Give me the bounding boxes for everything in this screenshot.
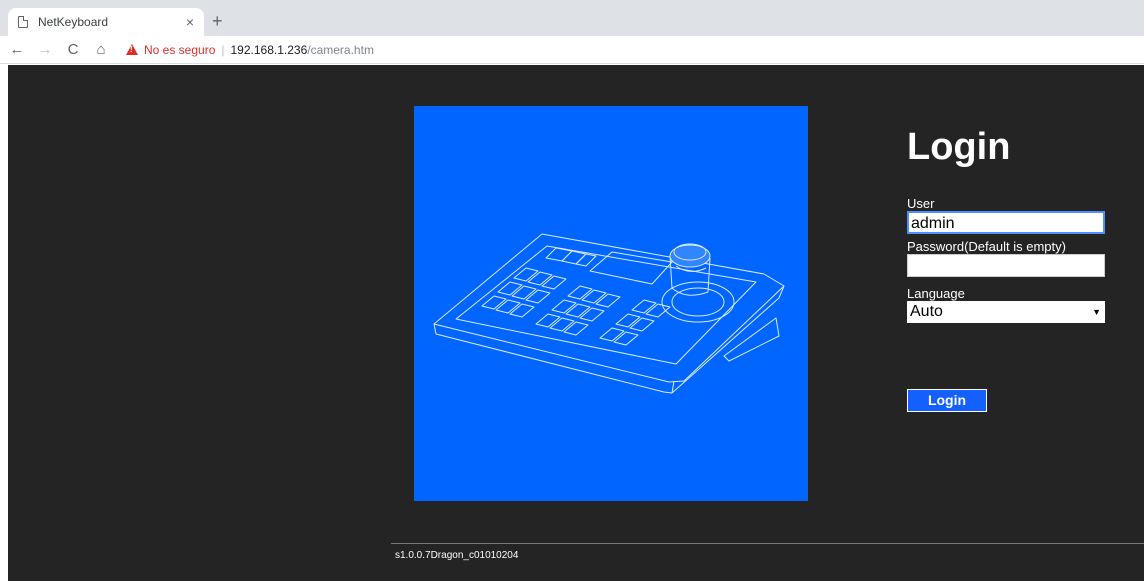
login-title: Login <box>907 126 1011 168</box>
url-path[interactable]: /camera.htm <box>307 43 374 57</box>
warning-icon[interactable] <box>126 44 138 55</box>
keyboard-illustration <box>414 106 808 501</box>
reload-icon[interactable]: C <box>62 41 84 58</box>
language-label: Language <box>907 286 965 301</box>
footer-divider <box>391 543 1144 544</box>
user-input[interactable]: admin <box>907 211 1105 234</box>
home-icon[interactable]: ⌂ <box>90 41 112 58</box>
forward-arrow-icon[interactable]: → <box>34 41 56 58</box>
page-content: Login User admin Password(Default is emp… <box>8 65 1144 581</box>
plus-icon[interactable]: + <box>212 12 223 30</box>
omnibox-separator: | <box>221 42 225 57</box>
url-host[interactable]: 192.168.1.236 <box>231 43 308 57</box>
version-text: s1.0.0.7Dragon_c01010204 <box>395 550 519 561</box>
address-bar[interactable]: No es seguro | 192.168.1.236 /camera.htm <box>126 43 374 57</box>
back-arrow-icon[interactable]: ← <box>6 41 28 58</box>
language-select[interactable]: Auto ▼ <box>907 301 1105 323</box>
page-icon <box>18 16 28 28</box>
tab-title: NetKeyboard <box>38 15 109 29</box>
tab-strip: NetKeyboard × + <box>0 0 1144 36</box>
language-value: Auto <box>910 303 943 320</box>
user-label: User <box>907 196 935 211</box>
browser-toolbar: ← → C ⌂ No es seguro | 192.168.1.236 /ca… <box>0 36 1144 64</box>
login-button[interactable]: Login <box>907 389 987 412</box>
password-label: Password(Default is empty) <box>907 239 1066 254</box>
security-label[interactable]: No es seguro <box>144 43 215 57</box>
close-icon[interactable]: × <box>186 14 194 30</box>
chevron-down-icon: ▼ <box>1092 307 1101 317</box>
password-input[interactable] <box>907 254 1105 277</box>
browser-tab[interactable]: NetKeyboard × <box>8 8 204 36</box>
login-panel: Login User admin Password(Default is emp… <box>907 125 1107 412</box>
